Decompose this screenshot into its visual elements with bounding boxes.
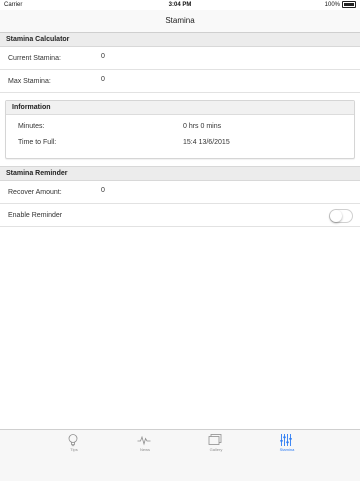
main-content: Stamina Calculator Current Stamina: 0 Ma… [0, 33, 360, 429]
stamina-calculator-header: Stamina Calculator [0, 33, 360, 47]
minutes-label: Minutes: [18, 123, 45, 130]
information-header: Information [6, 101, 354, 115]
enable-reminder-toggle[interactable] [329, 209, 353, 223]
time-to-full-label: Time to Full: [18, 139, 57, 146]
tab-news-label: News [139, 447, 150, 452]
information-panel: Information Minutes: 0 hrs 0 mins Time t… [5, 100, 355, 159]
max-stamina-label: Max Stamina: [8, 78, 51, 85]
toggle-knob [330, 210, 342, 222]
tab-tips[interactable]: Tips [38, 430, 110, 481]
max-stamina-field[interactable]: 0 [101, 76, 105, 83]
tab-news[interactable]: News [109, 430, 181, 481]
stamina-reminder-header: Stamina Reminder [0, 166, 360, 181]
navigation-bar: Stamina [0, 10, 360, 33]
page-title: Stamina [165, 16, 195, 25]
current-stamina-label: Current Stamina: [8, 55, 61, 62]
recover-amount-field[interactable]: 0 [101, 187, 105, 194]
gallery-icon [208, 434, 222, 445]
current-stamina-row[interactable]: Current Stamina: 0 [0, 47, 360, 70]
tab-bar: Tips News Gallery Stamina [0, 429, 360, 481]
time-to-full-value: 15:4 13/6/2015 [183, 139, 230, 146]
battery-icon [342, 1, 356, 8]
tab-gallery-label: Gallery [209, 447, 223, 452]
recover-amount-label: Recover Amount: [8, 189, 62, 196]
tab-tips-label: Tips [70, 447, 78, 452]
recover-amount-row[interactable]: Recover Amount: 0 [0, 181, 360, 204]
enable-reminder-label: Enable Reminder [8, 212, 63, 219]
enable-reminder-row: Enable Reminder [0, 204, 360, 227]
pulse-icon [137, 435, 151, 446]
minutes-value: 0 hrs 0 mins [183, 123, 222, 130]
current-stamina-field[interactable]: 0 [101, 53, 105, 60]
battery-percent: 100% [324, 1, 340, 8]
sliders-icon [280, 434, 292, 446]
status-time: 3:04 PM [168, 2, 192, 8]
lightbulb-icon [68, 434, 78, 447]
tab-stamina-label: Stamina [279, 447, 295, 452]
battery-indicator: 100% [325, 1, 356, 8]
tab-stamina[interactable]: Stamina [251, 430, 323, 481]
status-bar: Carrier 3:04 PM 100% [0, 0, 360, 10]
tab-gallery[interactable]: Gallery [180, 430, 252, 481]
max-stamina-row[interactable]: Max Stamina: 0 [0, 70, 360, 93]
